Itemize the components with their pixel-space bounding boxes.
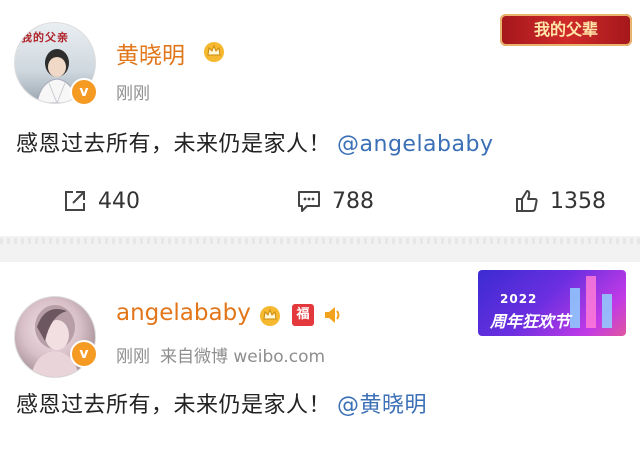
username[interactable]: angelababy bbox=[116, 300, 251, 326]
post-time: 刚刚 bbox=[116, 84, 150, 104]
banner-decoration bbox=[586, 276, 596, 328]
post-content: 感恩过去所有，未来仍是家人！ @angelababy bbox=[16, 126, 493, 158]
share-count: 440 bbox=[98, 188, 140, 214]
banner-decoration bbox=[602, 294, 612, 328]
event-banner[interactable]: 2022 周年狂欢节 bbox=[478, 270, 626, 336]
mention-link[interactable]: @黄晓明 bbox=[337, 393, 427, 418]
banner-decoration bbox=[570, 288, 580, 328]
like-button[interactable]: 1358 bbox=[514, 183, 606, 219]
post-source[interactable]: 来自微博 weibo.com bbox=[160, 347, 325, 367]
verified-badge-icon: v bbox=[70, 78, 98, 106]
banner-year: 2022 bbox=[500, 292, 538, 306]
weibo-post-1: 我的父亲 v 黄晓明 刚刚 我的父辈 感恩过去所有，未来仍是家人！ @angela… bbox=[0, 0, 640, 236]
post-time: 刚刚 bbox=[116, 347, 150, 367]
post-text: 感恩过去所有，未来仍是家人！ bbox=[16, 393, 332, 418]
like-icon bbox=[516, 190, 538, 212]
crown-icon bbox=[204, 42, 224, 62]
post-separator bbox=[0, 236, 640, 262]
comment-count: 788 bbox=[332, 188, 374, 214]
post-content: 感恩过去所有，未来仍是家人！ @黄晓明 bbox=[16, 387, 427, 419]
verified-badge-icon: v bbox=[70, 340, 98, 368]
speaker-icon[interactable] bbox=[322, 304, 344, 326]
fans-badge-icon[interactable]: 福 bbox=[292, 304, 314, 326]
action-bar: 440 788 1358 bbox=[0, 183, 640, 219]
comment-button[interactable]: 788 bbox=[296, 183, 374, 219]
mention-link[interactable]: @angelababy bbox=[337, 132, 493, 157]
post-meta: 刚刚 来自微博 weibo.com bbox=[116, 342, 325, 367]
banner-text: 周年狂欢节 bbox=[490, 312, 571, 331]
username[interactable]: 黄晓明 bbox=[116, 36, 185, 70]
share-icon bbox=[65, 191, 85, 211]
post-meta: 刚刚 bbox=[116, 79, 150, 104]
like-count: 1358 bbox=[550, 188, 606, 214]
share-button[interactable]: 440 bbox=[62, 183, 140, 219]
weibo-post-2: v angelababy 福 刚刚 来自微博 weibo.com 2022 周年狂… bbox=[0, 262, 640, 450]
banner-text: 我的父辈 bbox=[533, 20, 598, 39]
crown-icon bbox=[260, 306, 280, 326]
event-banner[interactable]: 我的父辈 bbox=[500, 14, 632, 46]
post-text: 感恩过去所有，未来仍是家人！ bbox=[16, 132, 332, 157]
comment-icon bbox=[298, 191, 320, 212]
avatar-text: 我的父亲 bbox=[21, 31, 69, 44]
